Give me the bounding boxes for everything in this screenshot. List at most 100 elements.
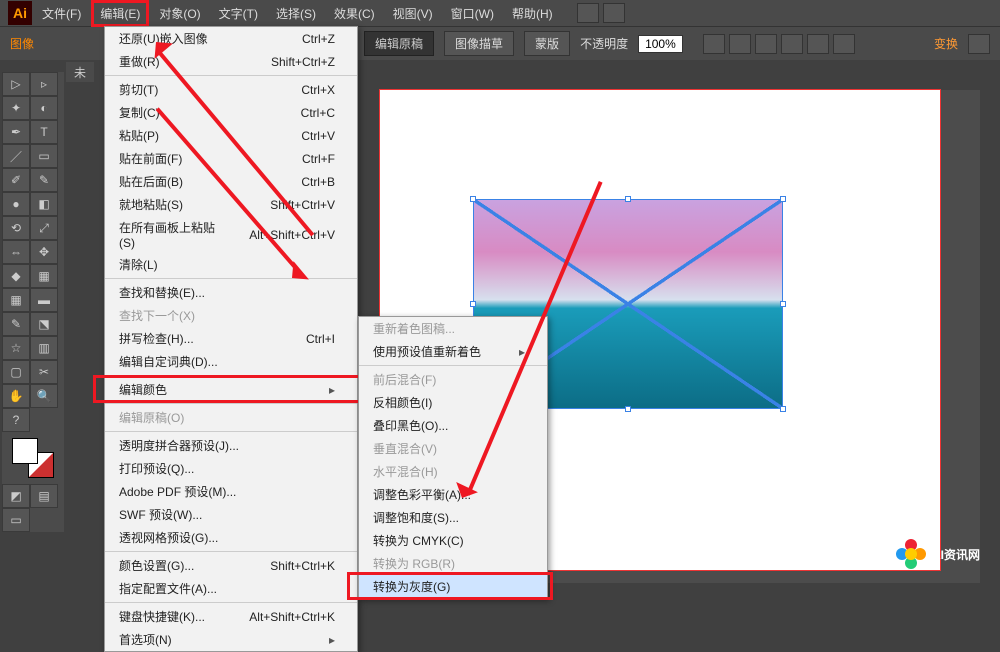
edit-menu-item[interactable]: 在所有画板上粘贴(S)Alt+Shift+Ctrl+V bbox=[105, 216, 357, 253]
editcolor-submenu-item[interactable]: 调整饱和度(S)... bbox=[359, 506, 547, 529]
edit-menu-item[interactable]: SWF 预设(W)... bbox=[105, 503, 357, 526]
align-m-icon[interactable] bbox=[807, 34, 829, 54]
align-t-icon[interactable] bbox=[781, 34, 803, 54]
direct-select-tool[interactable]: ▹ bbox=[30, 72, 58, 96]
zoom-tool[interactable]: 🔍 bbox=[30, 384, 58, 408]
editcolor-submenu-item[interactable]: 调整色彩平衡(A)... bbox=[359, 483, 547, 506]
editcolor-submenu-item: 水平混合(H) bbox=[359, 460, 547, 483]
rotate-tool[interactable]: ⟲ bbox=[2, 216, 30, 240]
edit-menu-item[interactable]: Adobe PDF 预设(M)... bbox=[105, 480, 357, 503]
resize-handle[interactable] bbox=[780, 406, 786, 412]
color-mode-icon[interactable]: ◩ bbox=[2, 484, 30, 508]
blend-tool[interactable]: ⬔ bbox=[30, 312, 58, 336]
align-l-icon[interactable] bbox=[703, 34, 725, 54]
align-r-icon[interactable] bbox=[755, 34, 777, 54]
edit-menu-item[interactable]: 清除(L) bbox=[105, 253, 357, 276]
edit-original-button[interactable]: 编辑原稿 bbox=[364, 31, 434, 56]
hand-tool[interactable]: ✋ bbox=[2, 384, 30, 408]
resize-handle[interactable] bbox=[470, 196, 476, 202]
image-trace-button[interactable]: 图像描草 bbox=[444, 31, 514, 56]
transform-link[interactable]: 变换 bbox=[934, 35, 958, 52]
brush-tool[interactable]: ✐ bbox=[2, 168, 30, 192]
screen-mode-icon[interactable]: ▭ bbox=[2, 508, 30, 532]
lasso-tool[interactable]: ◐ bbox=[30, 96, 58, 120]
edit-menu-item[interactable]: 指定配置文件(A)... bbox=[105, 577, 357, 600]
menu-text[interactable]: 文字(T) bbox=[211, 1, 266, 26]
menu-object[interactable]: 对象(O) bbox=[151, 1, 208, 26]
edit-menu-item[interactable]: 透视网格预设(G)... bbox=[105, 526, 357, 549]
shape-builder-tool[interactable]: ◆ bbox=[2, 264, 30, 288]
mesh-tool[interactable]: ▦ bbox=[2, 288, 30, 312]
edit-menu-item[interactable]: 编辑自定词典(D)... bbox=[105, 350, 357, 373]
arrange-icon[interactable] bbox=[603, 3, 625, 23]
edit-menu-item[interactable]: 就地粘贴(S)Shift+Ctrl+V bbox=[105, 193, 357, 216]
menu-view[interactable]: 视图(V) bbox=[385, 1, 441, 26]
editcolor-submenu-item: 重新着色图稿... bbox=[359, 317, 547, 340]
edit-menu-item[interactable]: 键盘快捷键(K)...Alt+Shift+Ctrl+K bbox=[105, 605, 357, 628]
menu-window[interactable]: 窗口(W) bbox=[443, 1, 502, 26]
selection-tool[interactable]: ▷ bbox=[2, 72, 30, 96]
grid-icon[interactable] bbox=[968, 34, 990, 54]
scale-tool[interactable]: ⤢ bbox=[30, 216, 58, 240]
resize-handle[interactable] bbox=[625, 406, 631, 412]
edit-menu-item[interactable]: 编辑颜色 bbox=[105, 378, 357, 401]
menu-edit[interactable]: 编辑(E) bbox=[91, 0, 149, 27]
menu-help[interactable]: 帮助(H) bbox=[504, 1, 561, 26]
eyedropper-tool[interactable]: ✎ bbox=[2, 312, 30, 336]
mask-button[interactable]: 蒙版 bbox=[524, 31, 570, 56]
line-tool[interactable]: ／ bbox=[2, 144, 30, 168]
edit-menu-item[interactable]: 还原(U)嵌入图像Ctrl+Z bbox=[105, 27, 357, 50]
edit-menu-item[interactable]: 透明度拼合器预设(J)... bbox=[105, 434, 357, 457]
gradient-mode-icon[interactable]: ▤ bbox=[30, 484, 58, 508]
menu-effect[interactable]: 效果(C) bbox=[326, 1, 383, 26]
menu-file[interactable]: 文件(F) bbox=[34, 1, 89, 26]
menu-select[interactable]: 选择(S) bbox=[268, 1, 324, 26]
gradient-tool[interactable]: ▬ bbox=[30, 288, 58, 312]
editcolor-submenu-item[interactable]: 转换为灰度(G) bbox=[359, 575, 547, 598]
slice-tool[interactable]: ✂ bbox=[30, 360, 58, 384]
edit-menu-item[interactable]: 粘贴(P)Ctrl+V bbox=[105, 124, 357, 147]
free-transform-tool[interactable]: ✥ bbox=[30, 240, 58, 264]
symbol-tool[interactable]: ☆ bbox=[2, 336, 30, 360]
pencil-tool[interactable]: ✎ bbox=[30, 168, 58, 192]
magic-wand-tool[interactable]: ✦ bbox=[2, 96, 30, 120]
width-tool[interactable]: ⇔ bbox=[2, 240, 30, 264]
blob-tool[interactable]: ● bbox=[2, 192, 30, 216]
edit-menu-dropdown: 还原(U)嵌入图像Ctrl+Z重做(R)Shift+Ctrl+Z 剪切(T)Ctr… bbox=[104, 26, 358, 652]
unknown-tool[interactable]: ? bbox=[2, 408, 30, 432]
resize-handle[interactable] bbox=[780, 196, 786, 202]
edit-menu-item[interactable]: 重做(R)Shift+Ctrl+Z bbox=[105, 50, 357, 73]
edit-menu-item[interactable]: 查找和替换(E)... bbox=[105, 281, 357, 304]
edit-menu-item[interactable]: 拼写检查(H)...Ctrl+I bbox=[105, 327, 357, 350]
edit-menu-item[interactable]: 贴在前面(F)Ctrl+F bbox=[105, 147, 357, 170]
edit-menu-item[interactable]: 打印预设(Q)... bbox=[105, 457, 357, 480]
graph-tool[interactable]: ▥ bbox=[30, 336, 58, 360]
edit-menu-item[interactable]: 首选项(N) bbox=[105, 628, 357, 651]
type-tool[interactable]: T bbox=[30, 120, 58, 144]
opacity-field[interactable]: 100% bbox=[638, 35, 683, 53]
artboard-tool[interactable]: ▢ bbox=[2, 360, 30, 384]
resize-handle[interactable] bbox=[470, 301, 476, 307]
pen-tool[interactable]: ✒ bbox=[2, 120, 30, 144]
edit-menu-item[interactable]: 颜色设置(G)...Shift+Ctrl+K bbox=[105, 554, 357, 577]
resize-handle[interactable] bbox=[625, 196, 631, 202]
eraser-tool[interactable]: ◧ bbox=[30, 192, 58, 216]
align-b-icon[interactable] bbox=[833, 34, 855, 54]
edit-menu-item[interactable]: 剪切(T)Ctrl+X bbox=[105, 78, 357, 101]
layout-icon[interactable] bbox=[577, 3, 599, 23]
fill-swatch[interactable] bbox=[12, 438, 38, 464]
perspective-tool[interactable]: ▦ bbox=[30, 264, 58, 288]
rect-tool[interactable]: ▭ bbox=[30, 144, 58, 168]
editcolor-submenu-item[interactable]: 转换为 CMYK(C) bbox=[359, 529, 547, 552]
edit-menu-item[interactable]: 复制(C)Ctrl+C bbox=[105, 101, 357, 124]
edit-menu-item[interactable]: 贴在后面(B)Ctrl+B bbox=[105, 170, 357, 193]
color-swatch[interactable] bbox=[12, 438, 54, 478]
editcolor-submenu-item[interactable]: 叠印黑色(O)... bbox=[359, 414, 547, 437]
align-c-icon[interactable] bbox=[729, 34, 751, 54]
resize-handle[interactable] bbox=[780, 301, 786, 307]
editcolor-submenu-item[interactable]: 使用预设值重新着色 bbox=[359, 340, 547, 363]
document-tab[interactable]: 未 bbox=[66, 62, 94, 82]
editcolor-submenu-item[interactable]: 反相颜色(I) bbox=[359, 391, 547, 414]
tools-panel: ▷▹ ✦◐ ✒T ／▭ ✐✎ ●◧ ⟲⤢ ⇔✥ ◆▦ ▦▬ ✎⬔ ☆▥ ▢✂ ✋… bbox=[2, 72, 64, 532]
app-logo: Ai bbox=[8, 1, 32, 25]
